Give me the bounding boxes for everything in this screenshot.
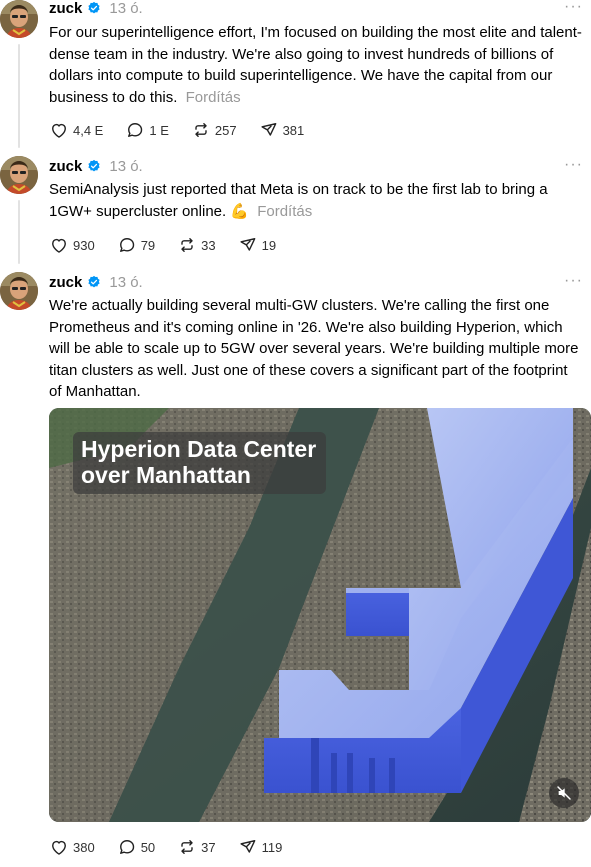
speaker-muted-icon [557,786,571,800]
video-overlay-title: Hyperion Data Center over Manhattan [73,432,327,494]
reply-count: 1 E [149,122,169,138]
post-video[interactable]: Hyperion Data Center over Manhattan [49,408,591,822]
share-icon [238,837,258,857]
post-time[interactable]: 13 ó. [109,274,142,291]
repost-icon [177,235,197,255]
share-button[interactable]: 119 [238,837,283,857]
repost-button[interactable]: 257 [191,120,237,140]
repost-count: 33 [201,237,216,253]
verified-badge-icon [87,159,101,173]
translate-link[interactable]: Fordítás [186,89,241,106]
share-count: 19 [261,237,277,253]
like-button[interactable]: 380 [49,837,95,857]
repost-count: 257 [214,122,237,138]
avatar[interactable] [0,0,38,38]
post-actions: 4,4 E 1 E 257 381 [49,119,326,141]
more-options-button[interactable]: ··· [564,272,583,290]
heart-icon [49,235,69,255]
post-actions: 930 79 33 19 [49,234,298,256]
share-icon [259,120,279,140]
reply-button[interactable]: 1 E [125,120,169,140]
like-count: 4,4 E [73,122,104,138]
thread-line [18,44,20,148]
post-time[interactable]: 13 ó. [109,0,142,17]
mute-button[interactable] [549,778,579,808]
like-count: 380 [73,839,95,855]
post-text: SemiAnalysis just reported that Meta is … [49,181,548,220]
verified-badge-icon [87,1,101,15]
more-options-button[interactable]: ··· [564,156,583,174]
post-text: For our superintelligence effort, I'm fo… [49,24,582,106]
reply-icon [125,120,145,140]
reply-button[interactable]: 50 [117,837,155,857]
flexed-biceps-emoji: 💪 [230,202,250,220]
username[interactable]: zuck [49,0,82,17]
thread-line [18,200,20,264]
avatar[interactable] [0,156,38,194]
share-count: 381 [282,122,305,138]
post-time[interactable]: 13 ó. [109,158,142,175]
repost-button[interactable]: 37 [177,837,216,857]
repost-icon [191,120,211,140]
translate-link[interactable]: Fordítás [257,203,312,220]
reply-icon [117,235,137,255]
share-count: 119 [261,839,283,855]
reply-button[interactable]: 79 [117,235,155,255]
repost-count: 37 [201,839,216,855]
reply-count: 79 [140,237,156,253]
share-icon [238,235,258,255]
post-text: We're actually building several multi-GW… [49,297,579,400]
like-button[interactable]: 930 [49,235,95,255]
verified-badge-icon [87,275,101,289]
share-button[interactable]: 381 [259,120,305,140]
like-count: 930 [73,237,95,253]
share-button[interactable]: 19 [238,235,276,255]
reply-count: 50 [140,839,156,855]
repost-button[interactable]: 33 [177,235,216,255]
more-options-button[interactable]: ··· [564,0,583,16]
heart-icon [49,837,69,857]
like-button[interactable]: 4,4 E [49,120,103,140]
avatar[interactable] [0,272,38,310]
reply-icon [117,837,137,857]
post-actions: 380 50 37 119 [49,836,304,858]
heart-icon [49,120,69,140]
username[interactable]: zuck [49,274,82,291]
username[interactable]: zuck [49,158,82,175]
repost-icon [177,837,197,857]
